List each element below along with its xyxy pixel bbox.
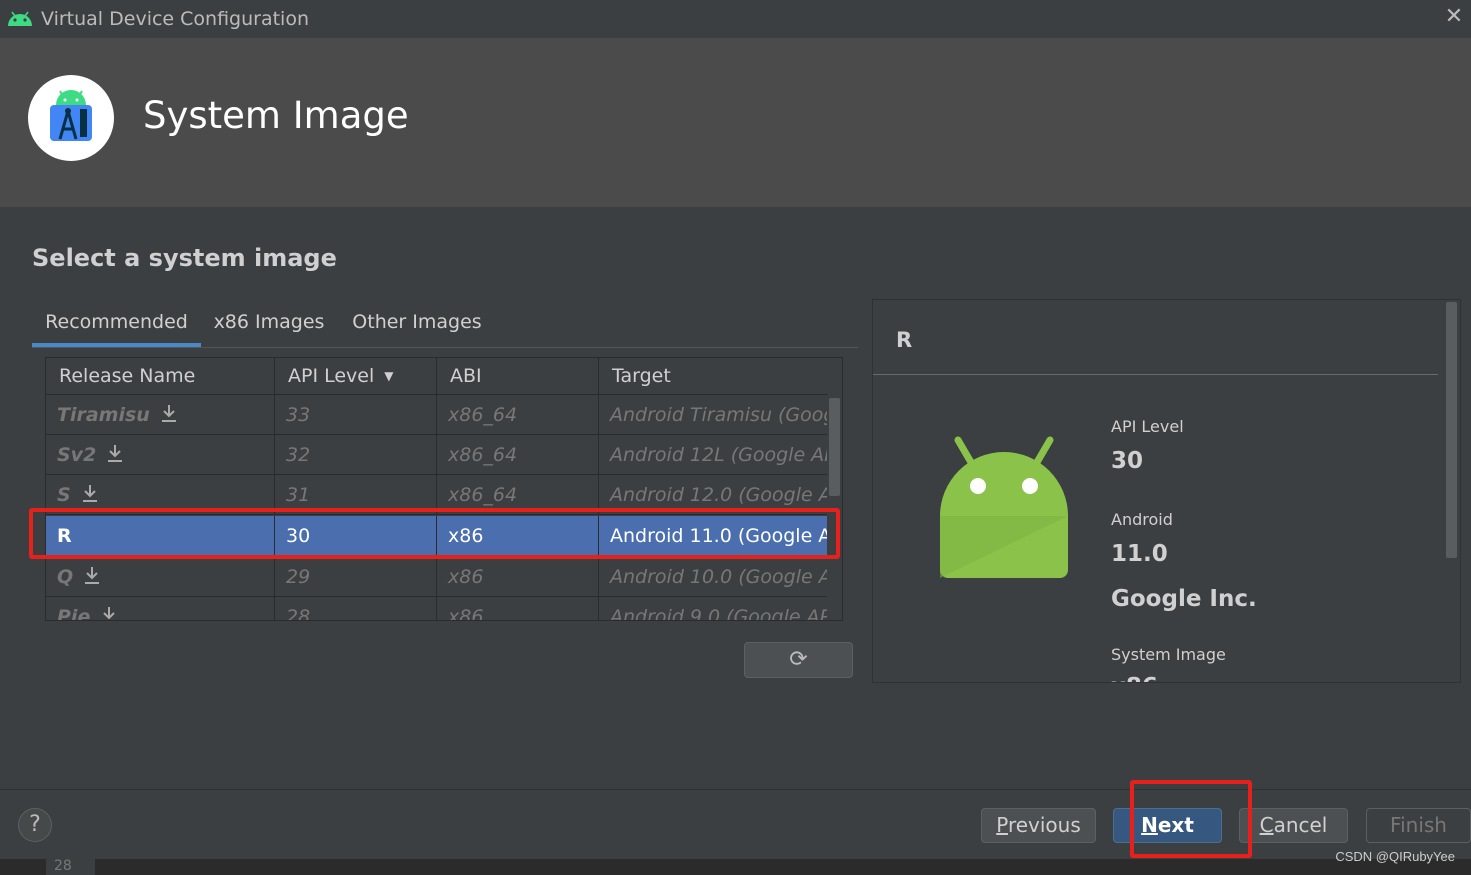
details-scrollbar[interactable] <box>1446 302 1457 558</box>
table-row[interactable]: Pie 28 x86 Android 9.0 (Google APIs) <box>46 597 828 621</box>
download-icon[interactable] <box>160 403 178 423</box>
table-scrollbar-thumb[interactable] <box>829 398 840 496</box>
page-title: System Image <box>143 94 409 137</box>
background-window-strip: 28 <box>0 859 1471 875</box>
annotation-highlight-next-button <box>1130 780 1252 858</box>
download-icon[interactable] <box>100 605 118 621</box>
previous-button[interactable]: Previous <box>981 808 1096 843</box>
table-row[interactable]: Q 29 x86 Android 10.0 (Google APIs) <box>46 557 828 597</box>
column-header-release-name[interactable]: Release Name <box>46 358 275 395</box>
image-tabs: Recommended x86 Images Other Images <box>32 300 858 348</box>
tab-recommended[interactable]: Recommended <box>32 300 201 347</box>
android-version-label: Android <box>1111 510 1173 529</box>
table-row[interactable]: Tiramisu 33 x86_64 Android Tiramisu (Goo… <box>46 395 828 435</box>
watermark: CSDN @QIRubyYee <box>1335 849 1455 864</box>
help-button[interactable]: ? <box>18 808 52 842</box>
wizard-header: System Image <box>0 38 1471 207</box>
finish-button: Finish <box>1366 808 1471 843</box>
download-icon[interactable] <box>81 483 99 503</box>
refresh-icon: ⟳ <box>789 647 808 672</box>
image-details-panel: R API Level 30 Android 11.0 Google Inc. … <box>872 299 1461 683</box>
window-titlebar: Virtual Device Configuration ✕ <box>0 0 1471 38</box>
close-icon[interactable]: ✕ <box>1441 4 1467 30</box>
table-header: Release Name API Level ▼ ABI Target <box>46 358 828 395</box>
android-version-value: 11.0 <box>1111 541 1168 567</box>
system-image-table: Release Name API Level ▼ ABI Target Tiram… <box>45 357 843 621</box>
sort-descending-icon: ▼ <box>384 369 394 383</box>
tab-x86-images[interactable]: x86 Images <box>208 300 330 347</box>
annotation-highlight-selected-row <box>29 508 840 559</box>
background-fragment: 28 <box>46 859 95 875</box>
column-header-target[interactable]: Target <box>599 358 828 395</box>
api-level-value: 30 <box>1111 448 1144 474</box>
vendor-value: Google Inc. <box>1111 586 1257 612</box>
details-title: R <box>896 328 913 352</box>
column-header-api-level[interactable]: API Level ▼ <box>275 358 437 395</box>
window-title: Virtual Device Configuration <box>41 8 309 30</box>
android-studio-app-icon <box>8 11 32 26</box>
details-divider <box>873 374 1438 375</box>
android-studio-logo <box>28 75 114 161</box>
table-row[interactable]: Sv2 32 x86_64 Android 12L (Google APIs) <box>46 435 828 475</box>
refresh-button[interactable]: ⟳ <box>744 642 853 678</box>
section-title: Select a system image <box>32 244 337 272</box>
system-image-value: x86 <box>1111 674 1158 682</box>
android-robot-icon <box>940 436 1068 578</box>
download-icon[interactable] <box>83 565 101 585</box>
column-header-abi[interactable]: ABI <box>437 358 599 395</box>
api-level-label: API Level <box>1111 417 1184 436</box>
system-image-label: System Image <box>1111 645 1226 664</box>
download-icon[interactable] <box>106 443 124 463</box>
cancel-button[interactable]: Cancel <box>1239 808 1348 843</box>
tab-other-images[interactable]: Other Images <box>346 300 488 347</box>
